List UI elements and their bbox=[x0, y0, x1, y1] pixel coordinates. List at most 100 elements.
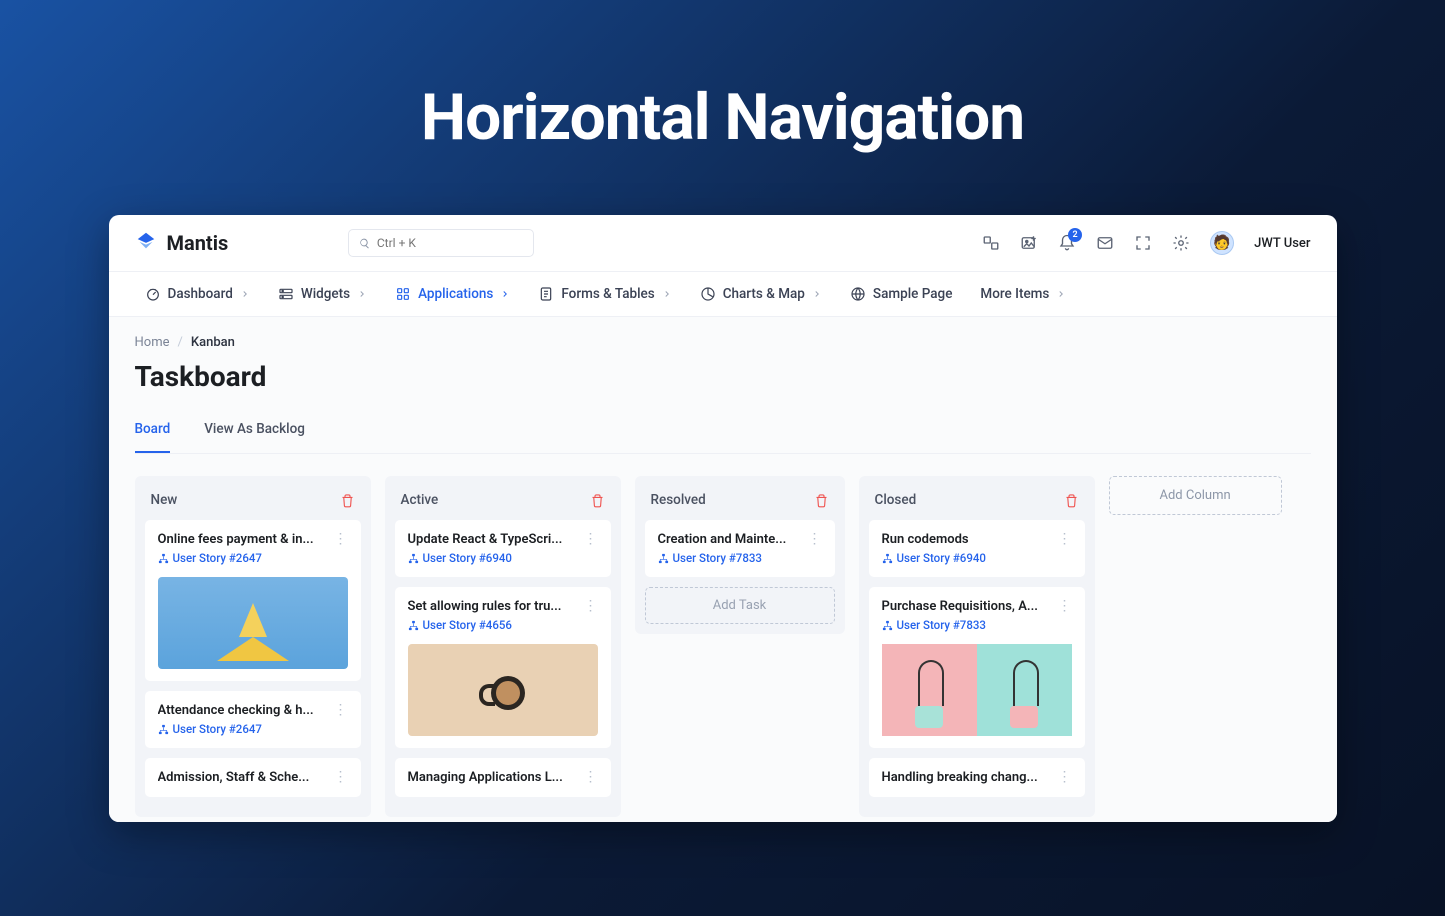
hierarchy-icon bbox=[158, 553, 169, 564]
kanban-card[interactable]: Handling breaking chang... ⋮ bbox=[869, 758, 1085, 797]
story-link[interactable]: User Story #7833 bbox=[658, 551, 822, 565]
notification-badge: 2 bbox=[1068, 228, 1082, 242]
hierarchy-icon bbox=[408, 553, 419, 564]
card-title: Creation and Mainte... bbox=[658, 532, 787, 547]
more-icon[interactable]: ⋮ bbox=[334, 532, 348, 546]
kanban-card[interactable]: Purchase Requisitions, A... ⋮ User Story… bbox=[869, 587, 1085, 748]
more-icon[interactable]: ⋮ bbox=[1058, 599, 1072, 613]
trash-icon[interactable] bbox=[814, 493, 829, 508]
card-image bbox=[408, 644, 598, 736]
more-icon[interactable]: ⋮ bbox=[584, 599, 598, 613]
kanban-card[interactable]: Managing Applications L... ⋮ bbox=[395, 758, 611, 797]
card-title: Update React & TypeScri... bbox=[408, 532, 563, 547]
column-resolved: Resolved Creation and Mainte... ⋮ User S… bbox=[635, 476, 845, 634]
forms-icon bbox=[538, 286, 554, 302]
story-link[interactable]: User Story #6940 bbox=[882, 551, 1072, 565]
user-name: JWT User bbox=[1254, 236, 1310, 251]
more-icon[interactable]: ⋮ bbox=[808, 532, 822, 546]
chart-icon bbox=[700, 286, 716, 302]
dashboard-icon bbox=[145, 286, 161, 302]
breadcrumb-home[interactable]: Home bbox=[135, 335, 170, 350]
nav-widgets[interactable]: Widgets bbox=[278, 286, 367, 302]
card-title: Handling breaking chang... bbox=[882, 770, 1038, 785]
image-add-icon[interactable] bbox=[1020, 234, 1038, 252]
page-title: Taskboard bbox=[135, 360, 1311, 393]
nav-label: Forms & Tables bbox=[561, 286, 654, 302]
card-image bbox=[158, 577, 348, 669]
bell-icon[interactable]: 2 bbox=[1058, 234, 1076, 252]
kanban-card[interactable]: Attendance checking & h... ⋮ User Story … bbox=[145, 691, 361, 748]
main-content: Home / Kanban Taskboard Board View As Ba… bbox=[109, 317, 1337, 822]
kanban-card[interactable]: Creation and Mainte... ⋮ User Story #783… bbox=[645, 520, 835, 577]
nav-more-items[interactable]: More Items bbox=[980, 286, 1066, 302]
more-icon[interactable]: ⋮ bbox=[1058, 770, 1072, 784]
add-column-button[interactable]: Add Column bbox=[1109, 476, 1282, 515]
column-active: Active Update React & TypeScri... ⋮ User… bbox=[385, 476, 621, 817]
card-title: Admission, Staff & Sche... bbox=[158, 770, 310, 785]
story-link[interactable]: User Story #2647 bbox=[158, 722, 348, 736]
breadcrumb-sep: / bbox=[177, 335, 182, 350]
page-icon bbox=[850, 286, 866, 302]
more-icon[interactable]: ⋮ bbox=[334, 770, 348, 784]
search-icon bbox=[359, 237, 371, 250]
settings-icon[interactable] bbox=[1172, 234, 1190, 252]
nav-label: Applications bbox=[418, 286, 493, 302]
hierarchy-icon bbox=[658, 553, 669, 564]
chevron-right-icon bbox=[1056, 289, 1066, 299]
hierarchy-icon bbox=[158, 724, 169, 735]
brand-logo-icon bbox=[135, 230, 157, 256]
trash-icon[interactable] bbox=[590, 493, 605, 508]
nav-applications[interactable]: Applications bbox=[395, 286, 510, 302]
horizontal-nav: Dashboard Widgets Applications Forms & T… bbox=[109, 272, 1337, 317]
story-link[interactable]: User Story #6940 bbox=[408, 551, 598, 565]
story-link[interactable]: User Story #7833 bbox=[882, 618, 1072, 632]
kanban-board: New Online fees payment & in... ⋮ User S… bbox=[135, 476, 1311, 817]
search-input[interactable] bbox=[377, 236, 523, 250]
card-title: Purchase Requisitions, A... bbox=[882, 599, 1038, 614]
chevron-right-icon bbox=[662, 289, 672, 299]
app-window: Mantis 2 🧑 JWT User Dashboard bbox=[109, 215, 1337, 822]
more-icon[interactable]: ⋮ bbox=[1058, 532, 1072, 546]
tab-board[interactable]: Board bbox=[135, 421, 171, 453]
card-title: Managing Applications L... bbox=[408, 770, 563, 785]
mail-icon[interactable] bbox=[1096, 234, 1114, 252]
kanban-card[interactable]: Run codemods ⋮ User Story #6940 bbox=[869, 520, 1085, 577]
nav-charts-map[interactable]: Charts & Map bbox=[700, 286, 822, 302]
kanban-card[interactable]: Admission, Staff & Sche... ⋮ bbox=[145, 758, 361, 797]
story-link[interactable]: User Story #2647 bbox=[158, 551, 348, 565]
kanban-card[interactable]: Update React & TypeScri... ⋮ User Story … bbox=[395, 520, 611, 577]
nav-label: Dashboard bbox=[168, 286, 233, 302]
search-box[interactable] bbox=[348, 229, 534, 257]
more-icon[interactable]: ⋮ bbox=[584, 532, 598, 546]
kanban-card[interactable]: Set allowing rules for tru... ⋮ User Sto… bbox=[395, 587, 611, 748]
nav-label: Widgets bbox=[301, 286, 350, 302]
nav-label: Sample Page bbox=[873, 286, 953, 302]
nav-label: Charts & Map bbox=[723, 286, 805, 302]
trash-icon[interactable] bbox=[1064, 493, 1079, 508]
breadcrumb-current: Kanban bbox=[191, 335, 235, 350]
chevron-right-icon bbox=[357, 289, 367, 299]
user-avatar[interactable]: 🧑 bbox=[1210, 231, 1234, 255]
tab-view-as-backlog[interactable]: View As Backlog bbox=[204, 421, 305, 453]
column-title: New bbox=[151, 492, 178, 508]
nav-label: More Items bbox=[980, 286, 1049, 302]
hierarchy-icon bbox=[408, 620, 419, 631]
more-icon[interactable]: ⋮ bbox=[334, 703, 348, 717]
brand-wrap[interactable]: Mantis bbox=[135, 230, 229, 256]
nav-dashboard[interactable]: Dashboard bbox=[145, 286, 250, 302]
nav-sample-page[interactable]: Sample Page bbox=[850, 286, 953, 302]
card-title: Run codemods bbox=[882, 532, 969, 547]
fullscreen-icon[interactable] bbox=[1134, 234, 1152, 252]
hero-title: Horizontal Navigation bbox=[0, 0, 1445, 215]
widgets-icon bbox=[278, 286, 294, 302]
add-task-button[interactable]: Add Task bbox=[645, 587, 835, 624]
card-title: Attendance checking & h... bbox=[158, 703, 314, 718]
card-title: Online fees payment & in... bbox=[158, 532, 314, 547]
more-icon[interactable]: ⋮ bbox=[584, 770, 598, 784]
story-link[interactable]: User Story #4656 bbox=[408, 618, 598, 632]
kanban-card[interactable]: Online fees payment & in... ⋮ User Story… bbox=[145, 520, 361, 681]
nav-forms-tables[interactable]: Forms & Tables bbox=[538, 286, 671, 302]
column-closed: Closed Run codemods ⋮ User Story #6940 bbox=[859, 476, 1095, 817]
trash-icon[interactable] bbox=[340, 493, 355, 508]
translate-icon[interactable] bbox=[982, 234, 1000, 252]
